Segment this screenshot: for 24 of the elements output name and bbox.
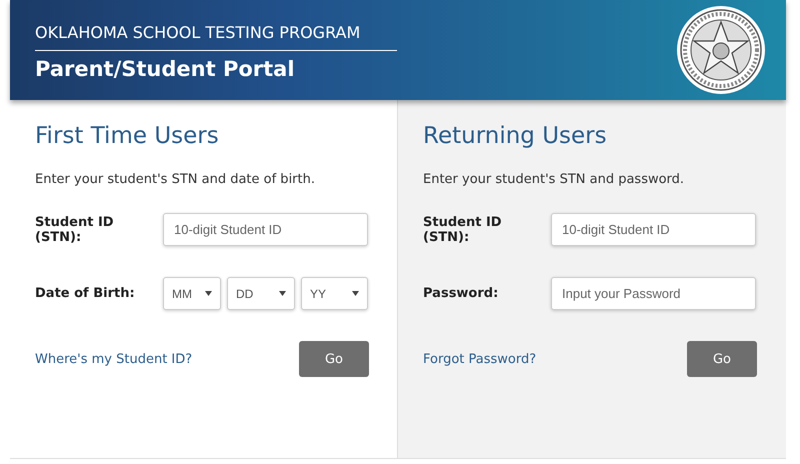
dropdown[interactable]: MM	[163, 277, 221, 310]
instruction-text: Enter your student's STN and password.	[423, 172, 686, 187]
caret-icon	[279, 291, 286, 296]
field-label: Date of Birth:	[35, 286, 136, 301]
help-link[interactable]: Where's my Student ID?	[35, 352, 192, 366]
caret-icon	[205, 291, 212, 296]
field-label: Password:	[423, 286, 500, 301]
panel-heading: Returning Users	[423, 122, 608, 151]
input-field[interactable]: Input your Password	[551, 277, 756, 310]
go-button[interactable]: Go	[687, 341, 757, 377]
instruction-text: Enter your student's STN and date of birth.	[35, 172, 316, 187]
portal-title: Parent/Student Portal	[35, 57, 296, 81]
program-name: OKLAHOMA SCHOOL TESTING PROGRAM	[35, 23, 397, 51]
input-field[interactable]: 10-digit Student ID	[163, 213, 368, 246]
field-label: Student ID (STN):	[423, 214, 503, 244]
dropdown[interactable]: YY	[301, 277, 368, 310]
go-button[interactable]: Go	[299, 341, 369, 377]
help-link[interactable]: Forgot Password?	[423, 352, 536, 366]
caret-icon	[352, 291, 359, 296]
field-label: Student ID (STN):	[35, 214, 115, 244]
input-field[interactable]: 10-digit Student ID	[551, 213, 756, 246]
state-seal-icon	[676, 5, 766, 95]
panel-heading: First Time Users	[35, 122, 220, 151]
dropdown[interactable]: DD	[227, 277, 295, 310]
